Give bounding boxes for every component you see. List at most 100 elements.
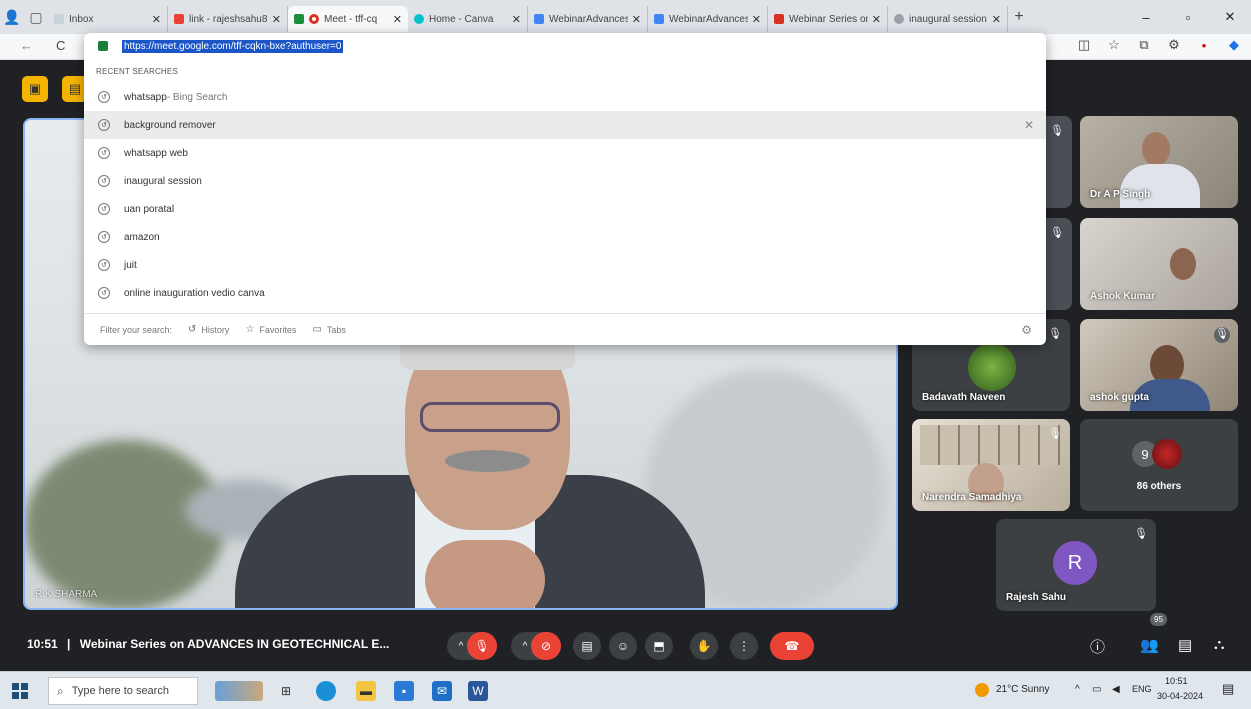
present-button[interactable]: ⬒ [645, 632, 673, 660]
url-input[interactable]: https://meet.google.com/tff-cqkn-bxe?aut… [122, 39, 344, 53]
file-explorer-icon[interactable]: ▬ [356, 681, 376, 701]
clock-time[interactable]: 10:51 [1165, 676, 1188, 686]
close-tab-icon[interactable]: ✕ [512, 13, 521, 26]
others-label: 86 others [1136, 481, 1182, 492]
participant-tile-ashok-kumar[interactable]: Ashok Kumar [1080, 218, 1238, 310]
remove-suggestion-icon[interactable]: ✕ [1024, 118, 1034, 132]
mail-icon [54, 14, 64, 24]
search-icon [894, 14, 904, 24]
leave-call-button[interactable]: ☎ [770, 632, 814, 660]
store-icon[interactable]: ▪ [394, 681, 414, 701]
tray-overflow-icon[interactable]: ^ [1075, 684, 1080, 695]
close-tab-icon[interactable]: ✕ [152, 13, 161, 26]
gear-icon[interactable]: ⚙ [1021, 323, 1032, 337]
toolbar-right: ◫ ☆ ⧉ ⚙ • ◆ [1075, 37, 1243, 53]
start-button[interactable] [12, 683, 28, 699]
word-icon[interactable]: W [468, 681, 488, 701]
avatar: R [1053, 541, 1097, 585]
close-window-button[interactable]: ✕ [1209, 0, 1251, 34]
tab-canva[interactable]: Home - Canva ✕ [408, 6, 528, 32]
suggestion-text: amazon [124, 231, 160, 243]
extensions-icon[interactable]: ⚙ [1165, 37, 1183, 53]
collections-icon[interactable]: ⧉ [1135, 37, 1153, 53]
omnibox-dropdown: https://meet.google.com/tff-cqkn-bxe?aut… [84, 33, 1046, 345]
bookshelf [920, 425, 1060, 465]
close-tab-icon[interactable]: ✕ [272, 13, 281, 26]
slides-icon [774, 14, 784, 24]
tab-meet[interactable]: Meet - tff-cq ✕ [288, 6, 408, 32]
filter-tabs[interactable]: ▭ Tabs [312, 324, 345, 335]
profile-icon[interactable]: 👤 [0, 0, 24, 34]
volume-icon[interactable]: ◀ [1112, 684, 1120, 695]
participant-tile-rajesh[interactable]: R 🎙 Rajesh Sahu [996, 519, 1156, 611]
maximize-button[interactable]: ▫ [1167, 0, 1209, 34]
page-icon [534, 14, 544, 24]
clock-date[interactable]: 30-04-2024 [1157, 691, 1203, 701]
close-tab-icon[interactable]: ✕ [752, 13, 761, 26]
filter-favorites-label: Favorites [259, 324, 297, 335]
new-tab-button[interactable]: + [1008, 8, 1030, 26]
tab-title: link - rajeshsahu8 [189, 13, 268, 25]
participant-avatar [1152, 439, 1182, 469]
suggestion-item[interactable]: ↺ whatsapp web [84, 139, 1046, 167]
camera-off-button[interactable]: ⊘ [531, 632, 561, 660]
participant-tile-ashok-gupta[interactable]: 🎙 ashok gupta [1080, 319, 1238, 411]
close-tab-icon[interactable]: ✕ [632, 13, 641, 26]
filter-history[interactable]: ↺ History [188, 324, 229, 335]
suggestion-item[interactable]: ↺ inaugural session [84, 167, 1046, 195]
omnibox-input-row[interactable]: https://meet.google.com/tff-cqkn-bxe?aut… [84, 33, 1046, 59]
tab-webinar-series[interactable]: Webinar Series on ✕ [768, 6, 888, 32]
task-view-icon[interactable]: ⊞ [276, 681, 296, 701]
tab-inbox[interactable]: Inbox ✕ [48, 6, 168, 32]
suggestion-item[interactable]: ↺ amazon [84, 223, 1046, 251]
canva-icon [414, 14, 424, 24]
favorites-icon[interactable]: ☆ [1105, 37, 1123, 53]
weather-text[interactable]: 21°C Sunny [996, 684, 1049, 695]
split-screen-icon[interactable]: ◫ [1075, 37, 1093, 53]
back-icon[interactable]: ← [20, 38, 33, 53]
workspaces-icon[interactable]: ▢ [24, 0, 48, 34]
news-widget-icon[interactable] [215, 681, 263, 701]
participant-tile-narendra[interactable]: 🎙 Narendra Samadhiya [912, 419, 1070, 511]
notifications-icon[interactable]: ▤ [1222, 681, 1234, 697]
others-tile[interactable]: 9 86 others [1080, 419, 1238, 511]
suggestion-item[interactable]: ↺ juit [84, 251, 1046, 279]
info-icon[interactable]: ⓘ [1090, 636, 1105, 657]
suggestion-item[interactable]: ↺ background remover ✕ [84, 111, 1046, 139]
network-icon[interactable]: ▭ [1092, 684, 1101, 695]
tab-title: inaugural session [909, 13, 987, 25]
chat-icon[interactable]: ▤ [1178, 636, 1192, 654]
more-options-button[interactable]: ⋮ [730, 632, 758, 660]
chevron-up-icon[interactable]: ^ [523, 641, 528, 652]
participant-name: Dr A P Singh [1090, 189, 1151, 200]
people-icon[interactable]: 👥 [1140, 636, 1159, 654]
participant-tile-dr-ap-singh[interactable]: Dr A P Singh [1080, 116, 1238, 208]
copilot-icon[interactable]: ◆ [1225, 37, 1243, 53]
language-indicator[interactable]: ENG [1132, 684, 1152, 694]
emoji-button[interactable]: ☺ [609, 632, 637, 660]
activities-icon[interactable]: ▣ [22, 76, 48, 102]
refresh-icon[interactable]: C [56, 38, 65, 53]
activities-icon[interactable]: ⛬ [1214, 636, 1225, 653]
tab-webinar-2[interactable]: WebinarAdvances ✕ [648, 6, 768, 32]
mic-off-button[interactable]: 🎙 [467, 632, 497, 660]
close-tab-icon[interactable]: ✕ [393, 13, 402, 26]
more-icon[interactable]: • [1195, 38, 1213, 53]
close-tab-icon[interactable]: ✕ [872, 13, 881, 26]
minimize-button[interactable]: – [1125, 0, 1167, 34]
raise-hand-button[interactable]: ✋ [690, 632, 718, 660]
suggestion-item[interactable]: ↺ online inauguration vedio canva [84, 279, 1046, 307]
tab-inaugural[interactable]: inaugural session ✕ [888, 6, 1008, 32]
tab-gmail[interactable]: link - rajeshsahu8 ✕ [168, 6, 288, 32]
edge-icon[interactable] [316, 681, 336, 701]
chevron-up-icon[interactable]: ^ [459, 641, 464, 652]
suggestion-item[interactable]: ↺ whatsapp - Bing Search [84, 83, 1046, 111]
taskbar-search[interactable]: ⌕ Type here to search [48, 677, 198, 705]
captions-button[interactable]: ▤ [573, 632, 601, 660]
close-tab-icon[interactable]: ✕ [992, 13, 1001, 26]
tab-webinar-1[interactable]: WebinarAdvances ✕ [528, 6, 648, 32]
suggestion-item[interactable]: ↺ uan poratal [84, 195, 1046, 223]
meeting-info: 10:51 | Webinar Series on ADVANCES IN GE… [27, 637, 389, 651]
mail-icon[interactable]: ✉ [432, 681, 452, 701]
filter-favorites[interactable]: ☆ Favorites [245, 324, 296, 335]
